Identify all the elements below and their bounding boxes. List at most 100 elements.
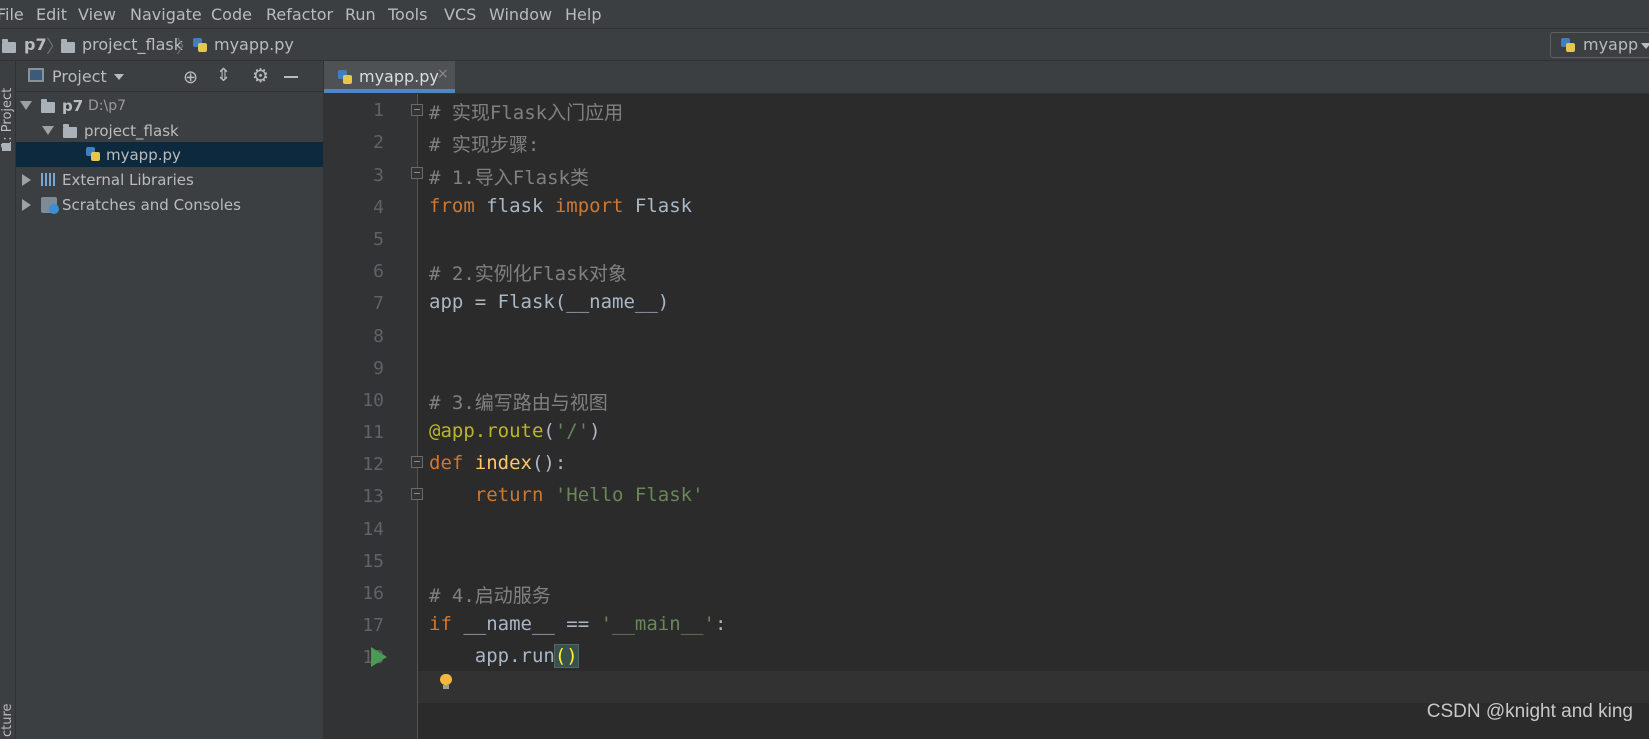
- line-number: 14: [362, 519, 384, 540]
- collapse-all-icon[interactable]: ⇕: [216, 65, 231, 86]
- current-line-highlight: [418, 671, 1649, 703]
- structure-tool-label[interactable]: cture: [0, 703, 15, 737]
- line-number: 12: [362, 454, 384, 475]
- code-line-10: # 3.编写路由与视图: [429, 392, 608, 414]
- menu-view[interactable]: View: [78, 5, 116, 24]
- breadcrumb-separator-icon: 〉: [176, 37, 194, 58]
- function-name-token: index: [463, 452, 532, 474]
- code-line-16: # 4.启动服务: [429, 585, 551, 607]
- library-icon: [41, 173, 57, 186]
- decorator-token: @app.route: [429, 420, 544, 442]
- watermark: CSDN @knight and king: [1426, 701, 1633, 722]
- project-tool-label: 1: Project: [0, 87, 15, 149]
- run-icon[interactable]: [371, 647, 387, 667]
- tree-item-p7[interactable]: p7 D:\p7: [16, 93, 323, 118]
- line-number: 5: [373, 229, 384, 250]
- project-tool-button[interactable]: 1: Project: [0, 73, 15, 153]
- string-token: '/': [554, 420, 590, 442]
- run-config-label: myapp: [1583, 35, 1639, 54]
- matched-brace-token: (): [553, 644, 579, 668]
- fold-marker-icon[interactable]: [411, 456, 423, 468]
- menu-window[interactable]: Window: [489, 5, 552, 24]
- menu-refactor[interactable]: Refactor: [266, 5, 333, 24]
- menu-navigate[interactable]: Navigate: [130, 5, 202, 24]
- menu-edit[interactable]: Edit: [36, 5, 67, 24]
- line-number: 6: [373, 261, 384, 282]
- code-line-11: @app.route('/'): [429, 420, 601, 442]
- editor-tab-bar: myapp.py ×: [324, 61, 1649, 94]
- expand-arrow-icon[interactable]: [20, 101, 32, 110]
- line-number: 11: [362, 422, 384, 443]
- code-line-4: from flask import Flask: [429, 195, 692, 217]
- code-line-1: # 实现Flask入门应用: [429, 102, 624, 124]
- tab-myapp[interactable]: myapp.py ×: [324, 61, 455, 93]
- code-line-2: # 实现步骤:: [429, 134, 540, 156]
- paren-token: ():: [531, 452, 567, 474]
- tree-item-project-flask[interactable]: project_flask: [16, 118, 323, 143]
- fold-marker-icon[interactable]: [411, 104, 423, 116]
- lightbulb-icon[interactable]: [440, 674, 452, 689]
- name-token: __name__ ==: [451, 613, 601, 635]
- folder-icon: [2, 143, 11, 151]
- indent-token: [429, 484, 475, 506]
- line-number: 13: [362, 486, 384, 507]
- menu-help[interactable]: Help: [565, 5, 601, 24]
- line-number: 15: [362, 551, 384, 572]
- python-config-icon: [1561, 38, 1575, 52]
- minimize-icon[interactable]: [284, 76, 298, 78]
- tree-item-external-libraries[interactable]: External Libraries: [16, 167, 323, 192]
- tree-item-scratches[interactable]: Scratches and Consoles: [16, 192, 323, 217]
- menu-file[interactable]: File: [0, 5, 24, 24]
- breadcrumb-project-flask[interactable]: project_flask: [82, 35, 183, 54]
- line-number: 10: [362, 390, 384, 411]
- code-line-3: # 1.导入Flask类: [429, 167, 589, 189]
- locate-icon[interactable]: ⊕: [183, 67, 198, 88]
- breadcrumb-myapp[interactable]: myapp.py: [214, 35, 294, 54]
- tree-item-label: Scratches and Consoles: [62, 196, 241, 214]
- paren-token: ): [589, 420, 601, 442]
- project-panel: Project ⊕ ⇕ ⚙ p7 D:\p7 project_flask mya…: [16, 61, 324, 739]
- tree-item-myapp[interactable]: myapp.py: [16, 142, 323, 167]
- line-number: 8: [373, 326, 384, 347]
- tree-item-label: myapp.py: [106, 146, 181, 164]
- expand-arrow-icon[interactable]: [42, 126, 54, 135]
- string-token: '__main__': [600, 613, 715, 635]
- gear-icon[interactable]: ⚙: [252, 65, 269, 87]
- code-line-7: app = Flask(__name__): [429, 291, 670, 313]
- line-number: 7: [373, 293, 384, 314]
- folder-icon: [63, 124, 77, 138]
- code-line-6: # 2.实例化Flask对象: [429, 263, 627, 285]
- line-number: 16: [362, 583, 384, 604]
- string-token: 'Hello Flask': [543, 484, 704, 506]
- menu-vcs[interactable]: VCS: [444, 5, 476, 24]
- expand-arrow-icon[interactable]: [22, 199, 31, 211]
- code-line-13: return 'Hello Flask': [429, 484, 704, 506]
- fold-marker-icon[interactable]: [411, 488, 423, 500]
- indent-token: [429, 645, 475, 667]
- folder-icon: [2, 39, 16, 53]
- fold-marker-icon[interactable]: [411, 167, 423, 179]
- code-line-18: app.run(): [429, 644, 579, 668]
- expand-arrow-icon[interactable]: [22, 174, 31, 186]
- menu-run[interactable]: Run: [345, 5, 376, 24]
- tree-item-label: External Libraries: [62, 171, 194, 189]
- left-tool-stripe: 1: Project cture: [0, 61, 16, 739]
- project-panel-title[interactable]: Project: [52, 67, 107, 86]
- run-configuration-selector[interactable]: myapp: [1550, 32, 1649, 58]
- menu-tools[interactable]: Tools: [388, 5, 427, 24]
- close-icon[interactable]: ×: [437, 66, 449, 82]
- menu-code[interactable]: Code: [211, 5, 252, 24]
- code-editor[interactable]: 1 2 3 4 5 6 7 8 9 10 11 12 13 14 15 16 1…: [324, 94, 1649, 739]
- tab-label: myapp.py: [359, 67, 439, 86]
- tree-item-label: project_flask: [84, 122, 179, 140]
- chevron-down-icon[interactable]: [114, 74, 124, 80]
- project-panel-header: Project ⊕ ⇕ ⚙: [16, 61, 323, 92]
- tree-item-label: p7: [62, 97, 84, 115]
- call-token: app.run: [474, 645, 555, 667]
- keyword-token: def: [429, 452, 464, 474]
- editor-gutter: [324, 94, 418, 739]
- breadcrumb-p7[interactable]: p7: [24, 35, 47, 54]
- line-number: 3: [373, 165, 384, 186]
- line-number: 17: [362, 615, 384, 636]
- colon-token: :: [715, 613, 727, 635]
